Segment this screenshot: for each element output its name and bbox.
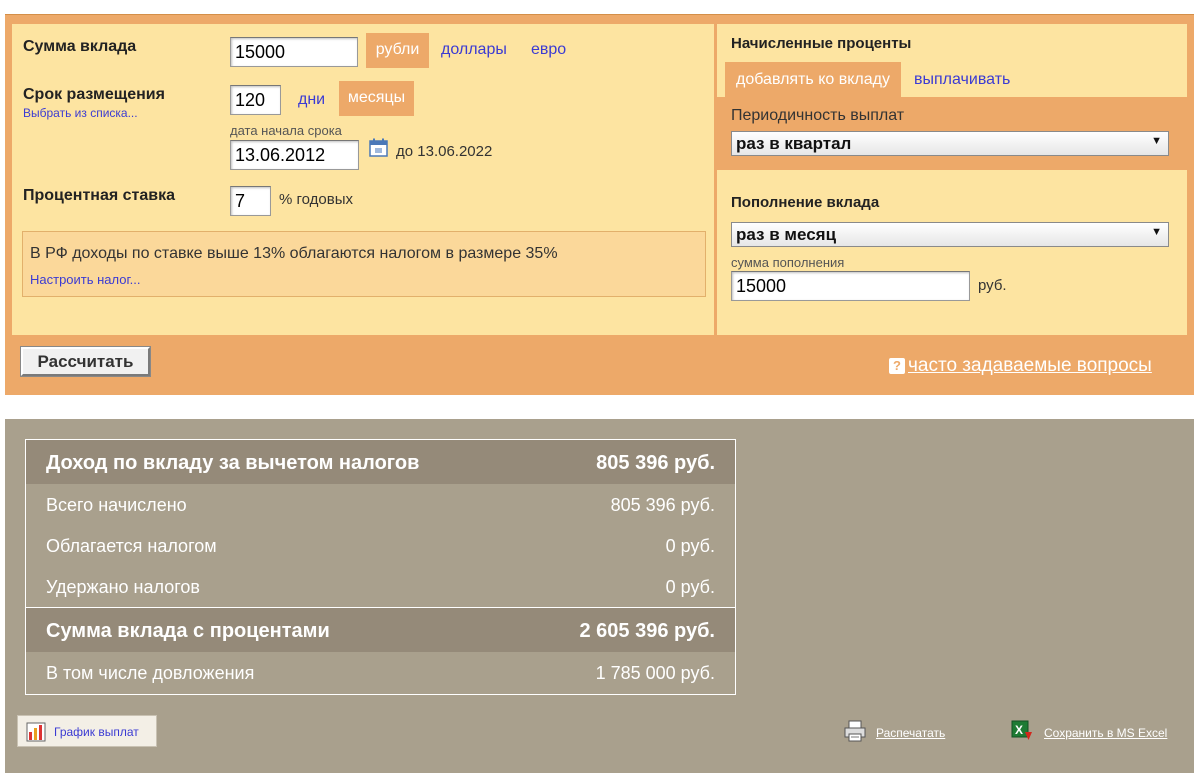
topup-amount-input[interactable] (731, 271, 970, 301)
dropdown-arrow-icon: ▼ (1151, 226, 1162, 238)
results-panel: Доход по вкладу за вычетом налогов 805 3… (5, 419, 1194, 773)
deposit-amount-label: Сумма вклада (23, 38, 137, 55)
currency-eur-tab[interactable]: евро (531, 41, 566, 59)
deposit-calculator: Сумма вклада рубли доллары евро Срок раз… (5, 14, 1194, 395)
tab-add-to-deposit[interactable]: добавлять ко вкладу (725, 62, 901, 97)
term-input[interactable] (230, 85, 281, 115)
tax-settings-link[interactable]: Настроить налог... (30, 272, 141, 287)
tax-note-box: В РФ доходы по ставке выше 13% облагаютс… (22, 231, 706, 297)
result-row-total-with-interest: Сумма вклада с процентами 2 605 396 руб. (26, 608, 735, 652)
rate-input[interactable] (230, 186, 271, 216)
currency-usd-tab[interactable]: доллары (441, 41, 507, 59)
term-days-tab[interactable]: дни (298, 91, 325, 109)
currency-rub-tab[interactable]: рубли (366, 33, 429, 68)
end-date-text: до 13.06.2022 (396, 143, 493, 160)
term-months-tab[interactable]: месяцы (339, 81, 414, 116)
topup-frequency-select[interactable]: раз в месяц ▼ (731, 222, 1169, 247)
interest-panel: Начисленные проценты добавлять ко вкладу… (717, 24, 1187, 335)
payout-period-select[interactable]: раз в квартал ▼ (731, 131, 1169, 156)
faq-link[interactable]: ? часто задаваемые вопросы (889, 355, 1152, 377)
result-row-tax-withheld: Удержано налогов 0 руб. (46, 577, 715, 597)
payment-chart-button[interactable]: График выплат (17, 715, 157, 747)
rate-label: Процентная ставка (23, 187, 175, 204)
excel-icon[interactable]: X (1011, 720, 1033, 742)
print-link[interactable]: Распечатать (876, 726, 945, 740)
deposit-amount-input[interactable] (230, 37, 358, 67)
calculate-button[interactable]: Рассчитать (20, 346, 151, 377)
topup-frequency-value: раз в месяц (736, 225, 837, 244)
svg-text:X: X (1015, 723, 1023, 737)
chart-icon (26, 722, 46, 742)
faq-link-label: часто задаваемые вопросы (908, 355, 1152, 376)
payout-period-label: Периодичность выплат (731, 107, 905, 124)
result-row-taxable: Облагается налогом 0 руб. (46, 536, 715, 556)
rate-unit: % годовых (279, 191, 354, 208)
term-pick-link[interactable]: Выбрать из списка... (23, 106, 138, 120)
topup-title: Пополнение вклада (731, 194, 880, 211)
deposit-params-panel: Сумма вклада рубли доллары евро Срок раз… (12, 24, 714, 335)
calendar-icon[interactable] (369, 138, 388, 157)
topup-unit: руб. (978, 277, 1007, 294)
tab-pay-out[interactable]: выплачивать (914, 71, 1010, 89)
interest-title: Начисленные проценты (731, 35, 912, 52)
result-row-topups: В том числе довложения 1 785 000 руб. (46, 663, 715, 683)
payout-period-value: раз в квартал (736, 134, 852, 153)
tax-note: В РФ доходы по ставке выше 13% облагаютс… (30, 245, 558, 262)
term-label: Срок размещения (23, 86, 165, 103)
results-table: Доход по вкладу за вычетом налогов 805 3… (25, 439, 736, 695)
result-row-total-accrued: Всего начислено 805 396 руб. (46, 495, 715, 515)
printer-icon[interactable] (844, 720, 866, 742)
start-date-label: дата начала срока (230, 123, 342, 138)
dropdown-arrow-icon: ▼ (1151, 135, 1162, 147)
start-date-input[interactable] (230, 140, 359, 170)
excel-export-link[interactable]: Сохранить в MS Excel (1044, 726, 1167, 740)
payment-chart-label: График выплат (54, 725, 139, 739)
help-icon: ? (889, 358, 905, 374)
payout-period-box: Периодичность выплат раз в квартал ▼ (717, 97, 1187, 170)
topup-amount-label: сумма пополнения (731, 255, 845, 270)
result-row-net-income: Доход по вкладу за вычетом налогов 805 3… (26, 440, 735, 484)
